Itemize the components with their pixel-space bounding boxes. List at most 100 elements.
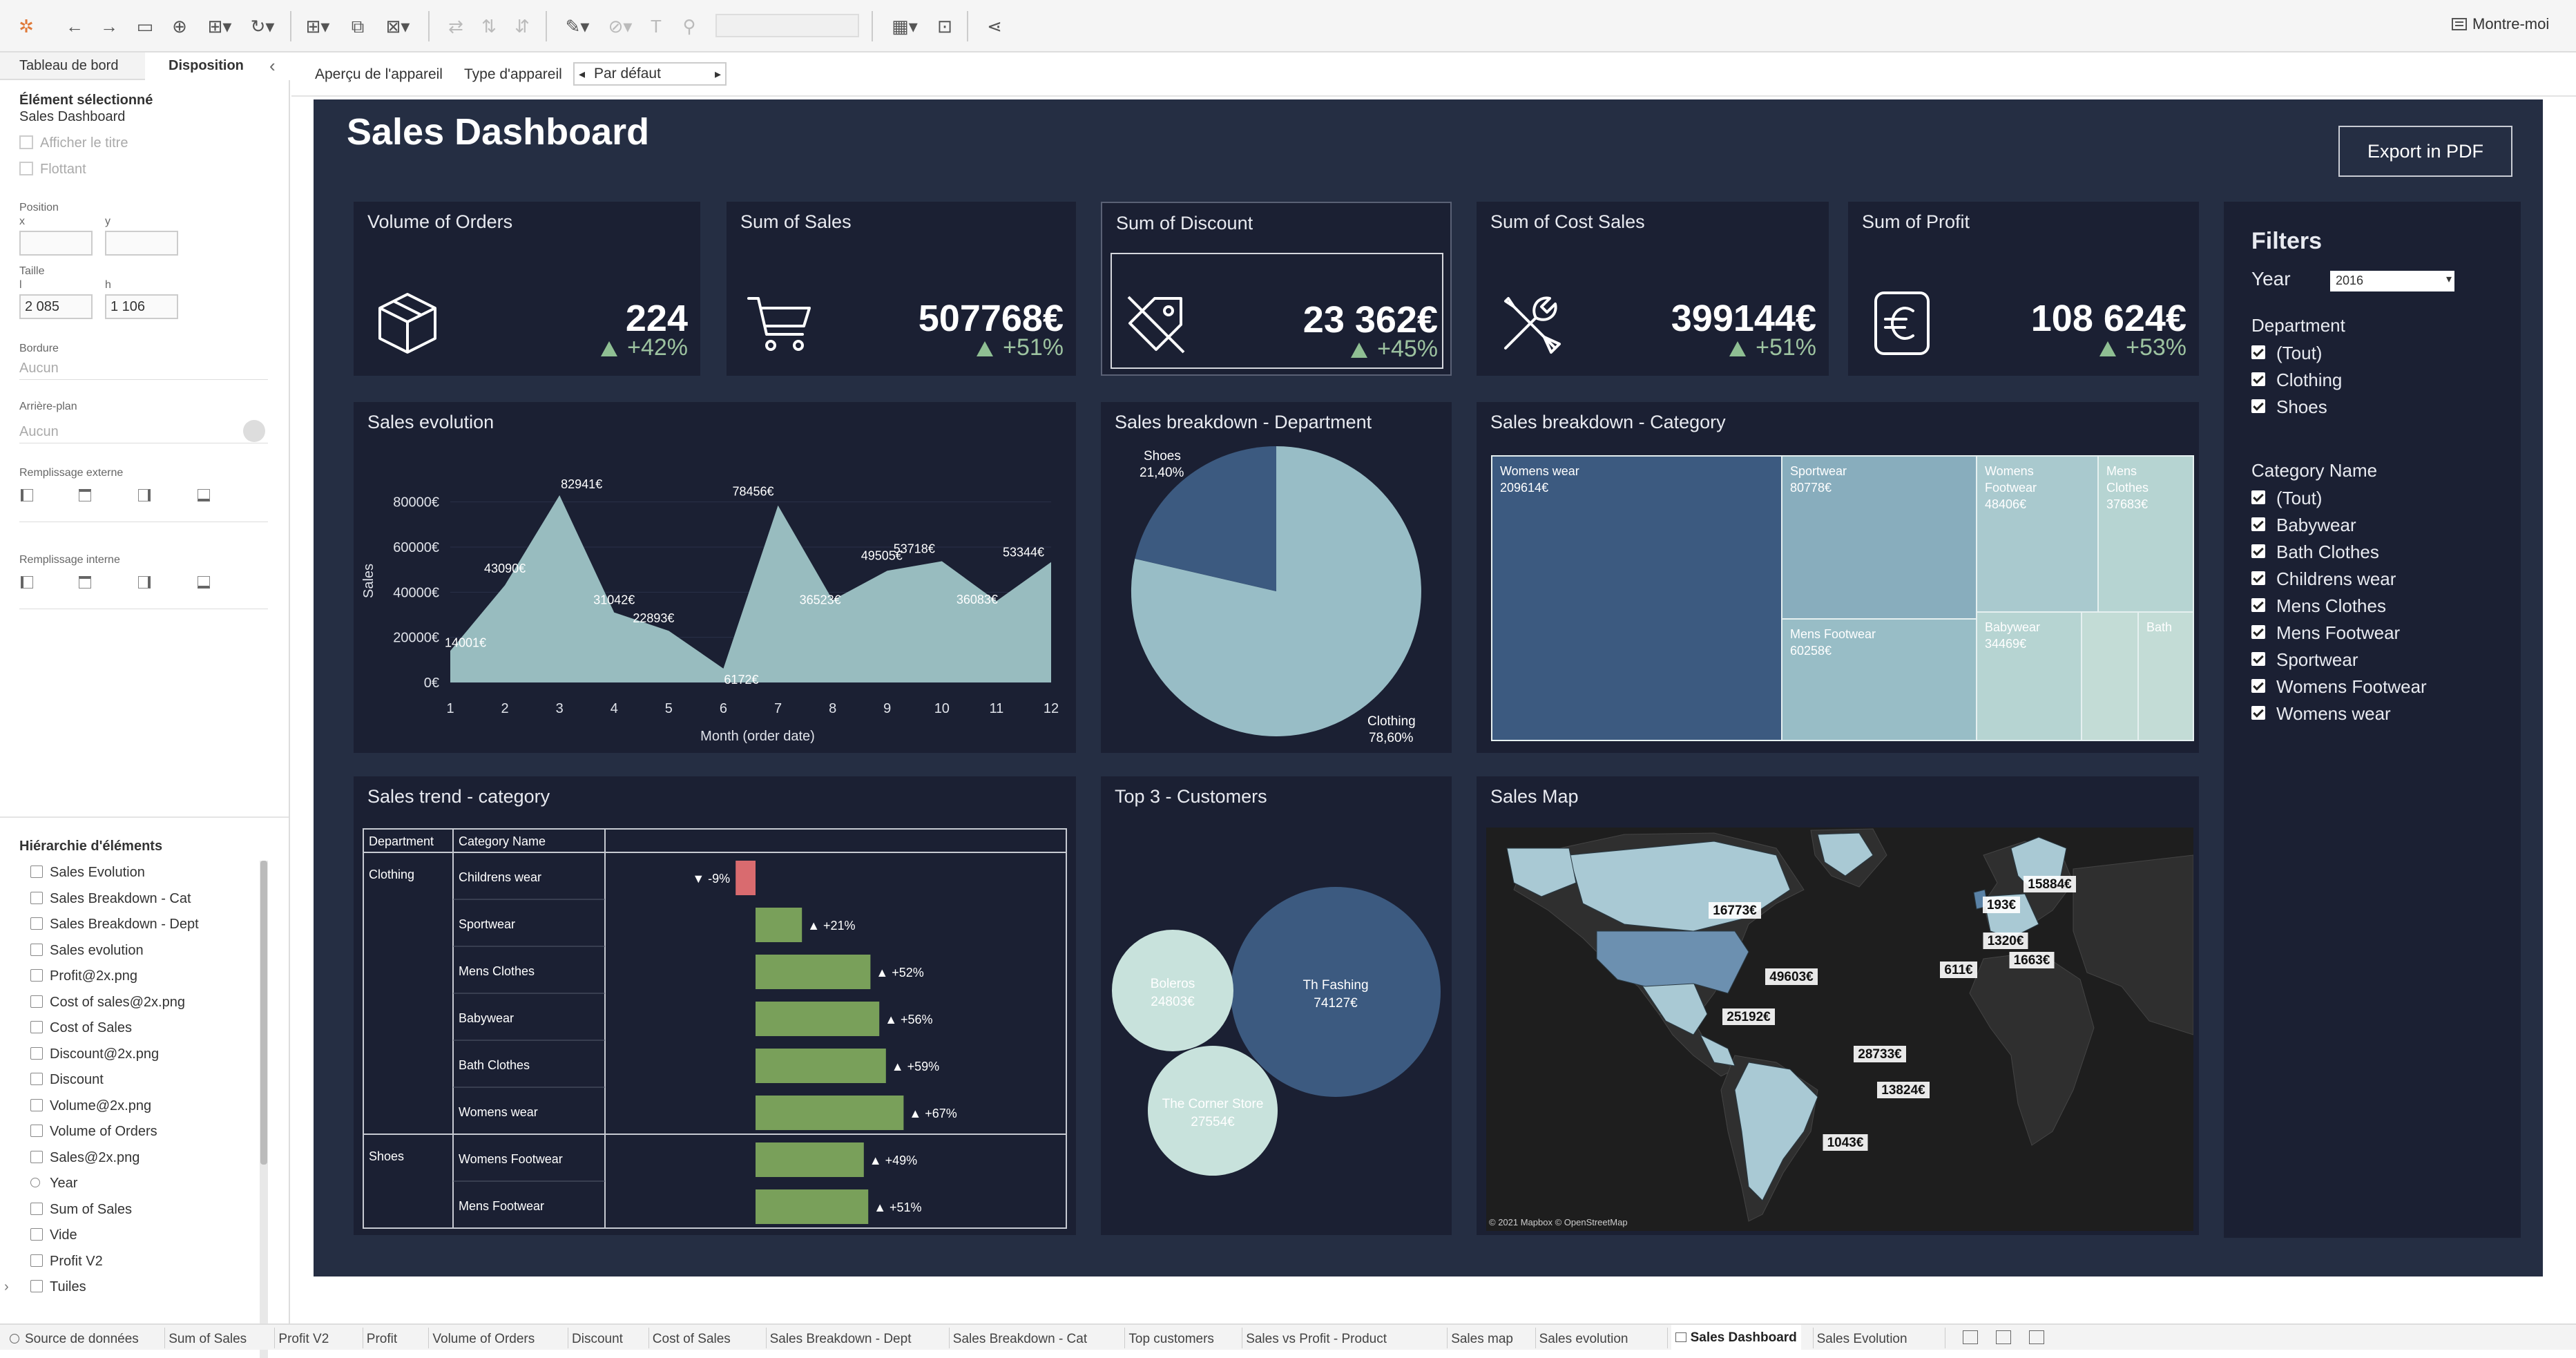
checkbox-checked-icon[interactable] xyxy=(2251,679,2265,693)
sheet-tab[interactable]: Sales Evolution xyxy=(1817,1332,1907,1347)
treemap-tile[interactable] xyxy=(2081,611,2139,741)
padding-bottom-icon[interactable] xyxy=(198,489,210,501)
padding-top-icon[interactable] xyxy=(79,489,91,501)
checkbox-checked-icon[interactable] xyxy=(2251,399,2265,413)
filter-option[interactable]: Shoes xyxy=(2251,396,2486,417)
undo-icon[interactable]: ← xyxy=(61,14,88,39)
hierarchy-item[interactable]: Discount xyxy=(30,1072,104,1088)
x-field[interactable] xyxy=(19,231,93,256)
hierarchy-item[interactable]: Cost of Sales xyxy=(30,1020,132,1036)
hierarchy-item[interactable]: Year xyxy=(30,1176,77,1192)
floating-checkbox[interactable] xyxy=(19,162,33,175)
new-datasource-icon[interactable]: ⊕ xyxy=(166,14,193,39)
refresh-icon[interactable]: ↻▾ xyxy=(243,14,282,39)
highlight-icon[interactable]: ✎▾ xyxy=(558,14,597,39)
width-field[interactable]: 2 085 xyxy=(19,294,93,319)
trend-bar[interactable] xyxy=(756,908,802,942)
duplicate-icon[interactable]: ⧉ xyxy=(344,14,372,39)
filter-option[interactable]: Mens Footwear xyxy=(2251,622,2486,643)
sheet-tab[interactable]: Sales Breakdown - Cat xyxy=(953,1332,1087,1347)
new-dashboard-icon[interactable] xyxy=(1995,1330,2011,1344)
padding-left-icon[interactable] xyxy=(21,576,33,589)
sheet-tab[interactable]: Sales map xyxy=(1451,1332,1513,1347)
show-title-checkbox[interactable] xyxy=(19,135,33,149)
background-dropdown[interactable]: Aucun xyxy=(19,424,268,443)
treemap-tile[interactable] xyxy=(1976,455,2099,613)
trend-bar[interactable] xyxy=(756,1002,880,1036)
filter-option[interactable]: Womens wear xyxy=(2251,703,2486,724)
sheet-tab[interactable]: Sales evolution xyxy=(1539,1332,1628,1347)
filter-option[interactable]: Clothing xyxy=(2251,370,2486,390)
new-story-icon[interactable] xyxy=(2028,1330,2044,1344)
save-icon[interactable]: ▭ xyxy=(131,14,159,39)
inner-padding-controls[interactable] xyxy=(19,575,268,609)
hierarchy-item[interactable]: Sum of Sales xyxy=(30,1202,132,1218)
next-arrow-icon[interactable]: ▸ xyxy=(715,64,721,84)
tab-layout[interactable]: Disposition ‹ xyxy=(145,52,290,80)
redo-icon[interactable]: → xyxy=(95,14,123,39)
checkbox-checked-icon[interactable] xyxy=(2251,544,2265,558)
new-sheet-icon[interactable]: ⊞▾ xyxy=(298,14,337,39)
checkbox-checked-icon[interactable] xyxy=(2251,571,2265,585)
outer-padding-controls[interactable] xyxy=(19,488,268,522)
checkbox-checked-icon[interactable] xyxy=(2251,598,2265,612)
group-icon[interactable]: ⊘▾ xyxy=(601,14,640,39)
trend-bar[interactable] xyxy=(756,1189,869,1224)
hierarchy-item[interactable]: Sales Evolution xyxy=(30,865,145,881)
padding-right-icon[interactable] xyxy=(138,489,151,501)
hierarchy-scrollbar[interactable] xyxy=(260,861,268,1358)
hierarchy-item[interactable]: Discount@2x.png xyxy=(30,1046,159,1062)
filter-option[interactable]: (Tout) xyxy=(2251,488,2486,508)
device-preview-button[interactable]: Aperçu de l'appareil xyxy=(315,62,446,87)
new-sheet-icon[interactable] xyxy=(1962,1330,1978,1344)
hierarchy-item[interactable]: Vide xyxy=(30,1227,77,1243)
filter-option[interactable]: Bath Clothes xyxy=(2251,542,2486,562)
hierarchy-item[interactable]: Sales Breakdown - Dept xyxy=(30,917,199,933)
sheet-tab[interactable]: Sum of Sales xyxy=(169,1332,247,1347)
pin-icon[interactable]: ⚲ xyxy=(675,14,703,39)
pause-icon[interactable]: ⊞▾ xyxy=(200,14,239,39)
hierarchy-item[interactable]: Sales@2x.png xyxy=(30,1150,140,1166)
sort-desc-icon[interactable]: ⇵ xyxy=(508,14,536,39)
sales-area[interactable] xyxy=(450,495,1051,682)
hierarchy-item[interactable]: Sales evolution xyxy=(30,943,144,959)
sheet-tab[interactable]: Sales Dashboard xyxy=(1671,1325,1801,1351)
height-field[interactable]: 1 106 xyxy=(105,294,178,319)
padding-bottom-icon[interactable] xyxy=(198,576,210,589)
hierarchy-item[interactable]: Tuiles › xyxy=(4,1279,86,1295)
checkbox-checked-icon[interactable] xyxy=(2251,652,2265,666)
sheet-tab[interactable]: Top customers xyxy=(1128,1332,1214,1347)
swap-icon[interactable]: ⇄ xyxy=(442,14,470,39)
sheet-tab[interactable]: Discount xyxy=(572,1332,623,1347)
fit-dropdown[interactable] xyxy=(715,14,859,37)
filter-option[interactable]: Womens Footwear xyxy=(2251,676,2486,697)
checkbox-checked-icon[interactable] xyxy=(2251,490,2265,504)
padding-top-icon[interactable] xyxy=(79,576,91,589)
hierarchy-item[interactable]: Cost of sales@2x.png xyxy=(30,995,185,1011)
checkbox-checked-icon[interactable] xyxy=(2251,517,2265,531)
trend-bar[interactable] xyxy=(756,1096,904,1130)
expand-icon[interactable]: › xyxy=(4,1279,9,1295)
kpi-card-discount[interactable]: Sum of Discount 23 362€ +45% xyxy=(1101,202,1452,376)
sheet-tab[interactable]: Profit V2 xyxy=(278,1332,329,1347)
filter-option[interactable]: Sportwear xyxy=(2251,649,2486,670)
sheet-tab[interactable]: Profit xyxy=(367,1332,397,1347)
sheet-tab[interactable]: Sales vs Profit - Product xyxy=(1246,1332,1387,1347)
filter-option[interactable]: Childrens wear xyxy=(2251,568,2486,589)
filter-option[interactable]: Mens Clothes xyxy=(2251,595,2486,616)
y-field[interactable] xyxy=(105,231,178,256)
hierarchy-item[interactable]: Profit V2 xyxy=(30,1254,103,1270)
trend-bar[interactable] xyxy=(756,1049,886,1083)
checkbox-checked-icon[interactable] xyxy=(2251,345,2265,359)
tab-dashboard[interactable]: Tableau de bord xyxy=(0,52,145,80)
hierarchy-item[interactable]: Profit@2x.png xyxy=(30,968,137,984)
hierarchy-item[interactable]: Volume@2x.png xyxy=(30,1098,151,1114)
trend-bar[interactable] xyxy=(756,1142,864,1177)
sales-map[interactable]: 15884€ 193€ 16773€ 1320€ 1663€ 611€ 49603€ 2519… xyxy=(1486,828,2193,1231)
tableau-logo-icon[interactable]: ✲ xyxy=(14,14,39,39)
padding-left-icon[interactable] xyxy=(21,489,33,501)
treemap-tile[interactable] xyxy=(2097,455,2194,613)
clear-icon[interactable]: ⊠▾ xyxy=(378,14,417,39)
treemap-tile[interactable] xyxy=(1491,455,1782,741)
fit-icon[interactable]: ▦▾ xyxy=(884,14,925,39)
